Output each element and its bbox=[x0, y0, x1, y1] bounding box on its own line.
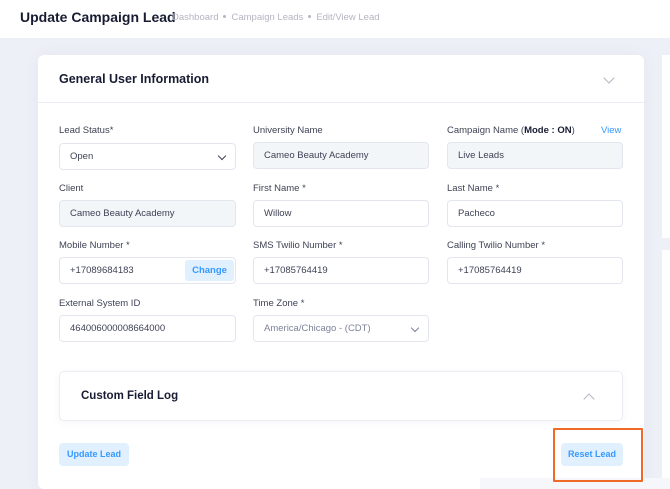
custom-field-log-card[interactable]: Custom Field Log bbox=[59, 371, 623, 421]
mobile-number-input[interactable]: +17089684183 Change bbox=[59, 257, 236, 284]
last-name-input[interactable]: Pacheco bbox=[447, 200, 623, 227]
campaign-name-label-suffix: ) bbox=[571, 125, 575, 136]
breadcrumb-campaign-leads[interactable]: Campaign Leads bbox=[231, 12, 303, 23]
general-user-information-card: General User Information Lead Status* Op… bbox=[38, 55, 644, 489]
first-name-input[interactable]: Willow bbox=[253, 200, 429, 227]
last-name-label: Last Name * bbox=[447, 183, 500, 194]
chevron-down-icon bbox=[410, 323, 420, 333]
client-label: Client bbox=[59, 183, 84, 194]
time-zone-select[interactable]: America/Chicago - (CDT) bbox=[253, 315, 429, 342]
external-system-id-label: External System ID bbox=[59, 298, 141, 309]
page-title: Update Campaign Lead bbox=[20, 9, 176, 25]
sms-twilio-number-label: SMS Twilio Number * bbox=[253, 240, 343, 251]
university-name-value: Cameo Beauty Academy bbox=[264, 150, 369, 161]
campaign-name-value: Live Leads bbox=[458, 150, 504, 161]
card-title: General User Information bbox=[59, 72, 210, 86]
chevron-up-icon[interactable] bbox=[583, 393, 595, 405]
card-header[interactable]: General User Information bbox=[38, 55, 644, 103]
campaign-name-label-text: Campaign Name ( bbox=[447, 125, 525, 136]
time-zone-label: Time Zone * bbox=[253, 298, 305, 309]
calling-twilio-number-input[interactable]: +17085764419 bbox=[447, 257, 623, 284]
breadcrumb-separator bbox=[308, 14, 312, 18]
view-campaign-link[interactable]: View bbox=[601, 125, 621, 136]
external-system-id-value: 464006000008664000 bbox=[70, 323, 166, 334]
calling-twilio-number-label: Calling Twilio Number * bbox=[447, 240, 546, 251]
breadcrumb-separator bbox=[223, 14, 227, 18]
client-value: Cameo Beauty Academy bbox=[70, 208, 175, 219]
last-name-value: Pacheco bbox=[458, 208, 495, 219]
breadcrumb: Dashboard Campaign Leads Edit/View Lead bbox=[172, 12, 380, 23]
time-zone-value: America/Chicago - (CDT) bbox=[264, 323, 371, 334]
lead-status-select[interactable]: Open bbox=[59, 143, 236, 170]
mobile-number-label: Mobile Number * bbox=[59, 240, 130, 251]
mobile-number-value: +17089684183 bbox=[70, 265, 134, 276]
chevron-down-icon bbox=[217, 151, 227, 161]
calling-twilio-number-value: +17085764419 bbox=[458, 265, 522, 276]
lead-status-label: Lead Status* bbox=[59, 125, 114, 136]
reset-lead-highlight-box bbox=[553, 428, 643, 482]
side-panel-edge bbox=[662, 250, 670, 480]
top-bar: Update Campaign Lead Dashboard Campaign L… bbox=[0, 0, 670, 38]
external-system-id-input[interactable]: 464006000008664000 bbox=[59, 315, 236, 342]
custom-field-log-title: Custom Field Log bbox=[81, 390, 179, 402]
breadcrumb-edit-view-lead: Edit/View Lead bbox=[316, 12, 380, 23]
change-mobile-button[interactable]: Change bbox=[185, 260, 234, 281]
client-field: Cameo Beauty Academy bbox=[59, 200, 236, 227]
campaign-name-field: Live Leads bbox=[447, 142, 623, 169]
sms-twilio-number-input[interactable]: +17085764419 bbox=[253, 257, 429, 284]
university-name-field: Cameo Beauty Academy bbox=[253, 142, 429, 169]
campaign-mode-text: Mode : ON bbox=[524, 125, 572, 136]
sms-twilio-number-value: +17085764419 bbox=[264, 265, 328, 276]
campaign-name-label: Campaign Name (Mode : ON) bbox=[447, 125, 575, 136]
update-lead-button[interactable]: Update Lead bbox=[59, 443, 129, 466]
first-name-label: First Name * bbox=[253, 183, 306, 194]
side-panel-edge bbox=[662, 55, 670, 238]
university-name-label: University Name bbox=[253, 125, 323, 136]
breadcrumb-dashboard[interactable]: Dashboard bbox=[172, 12, 218, 23]
lead-status-value: Open bbox=[70, 151, 94, 162]
chevron-down-icon[interactable] bbox=[603, 72, 615, 84]
first-name-value: Willow bbox=[264, 208, 292, 219]
